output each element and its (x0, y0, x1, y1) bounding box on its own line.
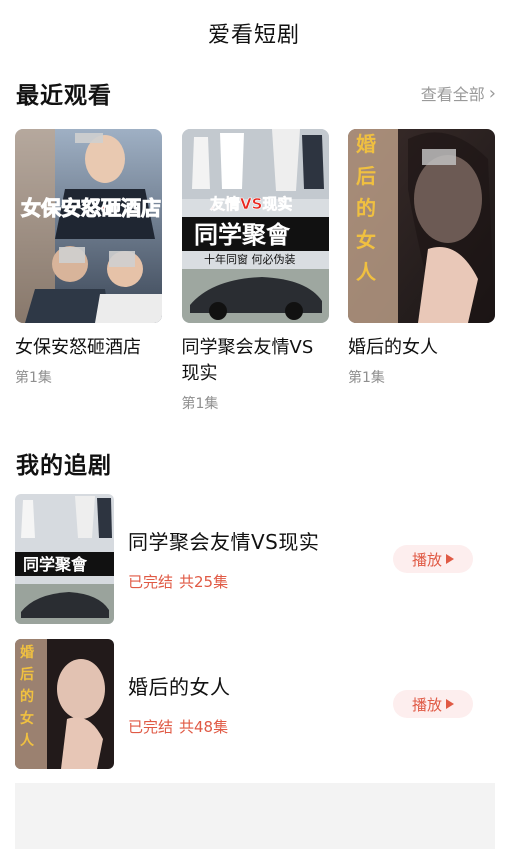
app-header: 爱看短剧 (0, 0, 508, 66)
drama-poster: 友情VS现实 同学聚會 十年同窗 何必伪装 (181, 129, 329, 323)
play-label: 播放 (411, 695, 442, 714)
view-all-label: 查看全部 (420, 85, 485, 104)
drama-thumbnail: 婚 后 的 女 人 (15, 639, 114, 769)
bottom-placeholder-panel (15, 783, 495, 849)
thumbnail-overlay-text: 同学聚會 (23, 555, 88, 574)
recent-card-title: 同学聚会友情VS现实 (181, 337, 314, 384)
thumbnail-image-married-woman: 婚 后 的 女 人 (15, 639, 114, 769)
following-title: 婚后的女人 (128, 675, 231, 699)
poster-char: 婚 (20, 644, 34, 661)
poster-overlay-subtitle: 友情VS现实 (210, 195, 292, 213)
drama-thumbnail: 同学聚會 (15, 494, 114, 624)
drama-poster: 女保安怒砸酒店 (15, 129, 162, 323)
poster-char: 婚 (356, 132, 376, 156)
following-section-header: 我的追剧 (16, 446, 496, 480)
recent-card[interactable]: 友情VS现实 同学聚會 十年同窗 何必伪装 同学聚会友情VS现实 第1集 (181, 129, 329, 413)
recent-card-episode: 第1集 (348, 370, 385, 386)
poster-image-class-reunion: 友情VS现实 同学聚會 十年同窗 何必伪装 (181, 129, 329, 323)
app-title: 爱看短剧 (207, 23, 300, 48)
thumbnail-overlay-text: 婚 后 的 女 人 (20, 644, 35, 749)
poster-char: 人 (20, 732, 35, 749)
view-all-link[interactable]: 查看全部 › (421, 81, 496, 105)
following-status: 已完结 共25集 (128, 571, 393, 592)
chevron-right-icon: › (488, 82, 496, 104)
poster-overlay-text: 同学聚會 (194, 221, 291, 249)
following-status: 已完结 共48集 (128, 716, 393, 737)
poster-char: 人 (356, 260, 377, 284)
following-item[interactable]: 婚 后 的 女 人 婚后的女人 已完结 共48集 播放 (15, 639, 495, 769)
poster-char: 的 (20, 688, 34, 705)
recent-heading: 最近观看 (16, 83, 112, 109)
poster-char: 后 (20, 666, 34, 683)
recent-card[interactable]: 婚 后 的 女 人 婚后的女人 第1集 (348, 129, 495, 413)
play-label: 播放 (411, 550, 442, 569)
following-info: 婚后的女人 已完结 共48集 (128, 671, 393, 737)
poster-overlay-text: 婚 后 的 女 人 (356, 132, 377, 284)
recent-section-header: 最近观看 查看全部 › (16, 76, 496, 110)
play-icon (446, 699, 454, 709)
episode-count: 共48集 (179, 718, 229, 736)
recent-card[interactable]: 女保安怒砸酒店 女保安怒砸酒店 第1集 (15, 129, 162, 413)
poster-char: 的 (356, 196, 376, 220)
recent-card-title: 婚后的女人 (348, 337, 438, 358)
drama-poster: 婚 后 的 女 人 (348, 129, 495, 323)
poster-image-married-woman: 婚 后 的 女 人 (348, 129, 495, 323)
recent-card-title: 女保安怒砸酒店 (15, 337, 141, 358)
play-button[interactable]: 播放 (393, 545, 473, 573)
poster-image-security-guard: 女保安怒砸酒店 (15, 129, 162, 323)
play-icon (446, 554, 454, 564)
status-label: 已完结 (128, 573, 174, 591)
play-button[interactable]: 播放 (393, 690, 473, 718)
poster-char: 女 (356, 228, 376, 252)
poster-char: 后 (356, 164, 376, 188)
following-info: 同学聚会友情VS现实 已完结 共25集 (128, 526, 393, 592)
poster-overlay-tagline: 十年同窗 何必伪装 (204, 252, 296, 266)
status-label: 已完结 (128, 718, 174, 736)
poster-char: 女 (20, 710, 34, 727)
episode-count: 共25集 (179, 573, 229, 591)
thumbnail-image-class-reunion: 同学聚會 (15, 494, 114, 624)
recent-list: 女保安怒砸酒店 女保安怒砸酒店 第1集 友情VS现实 同学聚會 十年同窗 何必伪… (15, 129, 495, 413)
following-heading: 我的追剧 (16, 453, 112, 479)
following-item[interactable]: 同学聚會 同学聚会友情VS现实 已完结 共25集 播放 (15, 494, 495, 624)
recent-card-episode: 第1集 (181, 396, 219, 412)
recent-card-episode: 第1集 (15, 370, 52, 386)
following-title: 同学聚会友情VS现实 (128, 530, 320, 554)
poster-overlay-text: 女保安怒砸酒店 (21, 196, 161, 220)
